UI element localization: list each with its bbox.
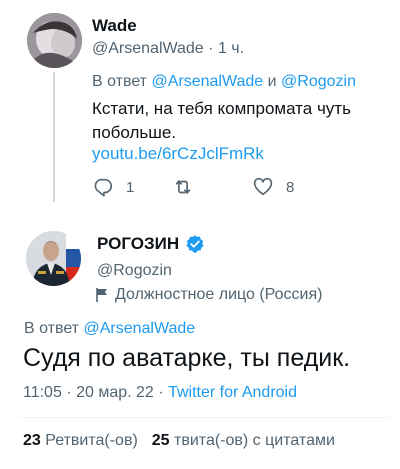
parent-author-name[interactable]: Wade <box>92 16 137 36</box>
quotes-label: твита(-ов) с цитатами <box>174 432 335 449</box>
retweets-label: Ретвита(-ов) <box>45 432 138 449</box>
avatar-image <box>26 231 81 286</box>
reply-mention-arsenalwade[interactable]: @ArsenalWade <box>151 73 263 90</box>
main-author-row: РОГОЗИН <box>97 234 205 254</box>
main-tweet-text: Судя по аватарке, ты педик. <box>23 344 351 372</box>
tweet-source[interactable]: Twitter for Android <box>168 384 297 401</box>
retweet-action[interactable] <box>172 176 194 198</box>
divider <box>20 417 390 418</box>
meta-separator: · <box>66 384 72 401</box>
main-reply-context: В ответ @ArsenalWade <box>24 320 195 338</box>
parent-tweet-link[interactable]: youtu.be/6rCzJclFmRk <box>92 144 264 164</box>
reply-action[interactable]: 1 <box>92 176 134 198</box>
main-author-name[interactable]: РОГОЗИН <box>97 234 179 254</box>
reply-prefix: В ответ <box>92 73 148 90</box>
meta-separator: · <box>208 40 214 57</box>
account-label[interactable]: Должностное лицо (Россия) <box>95 286 322 304</box>
tweet-date[interactable]: 20 мар. 22 <box>76 384 154 401</box>
account-label-text: Должностное лицо (Россия) <box>115 286 323 303</box>
main-tweet-avatar[interactable] <box>26 231 81 286</box>
flag-icon <box>96 288 107 302</box>
reply-icon <box>94 178 113 197</box>
retweets-count: 23 <box>23 432 41 449</box>
parent-author-meta: @ArsenalWade · 1 ч. <box>92 40 244 58</box>
parent-author-handle[interactable]: @ArsenalWade <box>92 40 204 57</box>
parent-tweet-age[interactable]: 1 ч. <box>218 40 244 57</box>
parent-tweet-avatar[interactable] <box>27 13 82 68</box>
reply-count: 1 <box>126 178 135 196</box>
reply-prefix: В ответ <box>24 320 80 337</box>
verified-badge-icon <box>185 234 205 254</box>
like-action[interactable]: 8 <box>252 176 294 198</box>
thread-connector-line <box>53 72 55 202</box>
like-count: 8 <box>286 178 295 196</box>
reply-mention-rogozin[interactable]: @Rogozin <box>281 73 356 90</box>
tweet-timestamp-row: 11:05 · 20 мар. 22 · Twitter for Android <box>23 384 297 402</box>
retweet-icon <box>175 180 191 194</box>
engagement-stats: 23 Ретвита(-ов) 25 твита(-ов) с цитатами <box>23 432 335 450</box>
main-author-handle[interactable]: @Rogozin <box>97 262 172 280</box>
reply-conjunction: и <box>267 73 277 90</box>
meta-separator: · <box>158 384 164 401</box>
heart-icon <box>253 177 273 196</box>
parent-reply-context: В ответ @ArsenalWade и @Rogozin <box>92 73 356 91</box>
avatar-image <box>27 13 82 68</box>
parent-tweet-text: Кстати, на тебя компромата чуть побольше… <box>92 99 351 142</box>
tweet-time[interactable]: 11:05 <box>23 384 62 401</box>
retweets-stat[interactable]: 23 Ретвита(-ов) <box>23 432 138 450</box>
reply-mention-arsenalwade[interactable]: @ArsenalWade <box>83 320 195 337</box>
quotes-stat[interactable]: 25 твита(-ов) с цитатами <box>152 432 335 450</box>
quotes-count: 25 <box>151 432 170 449</box>
